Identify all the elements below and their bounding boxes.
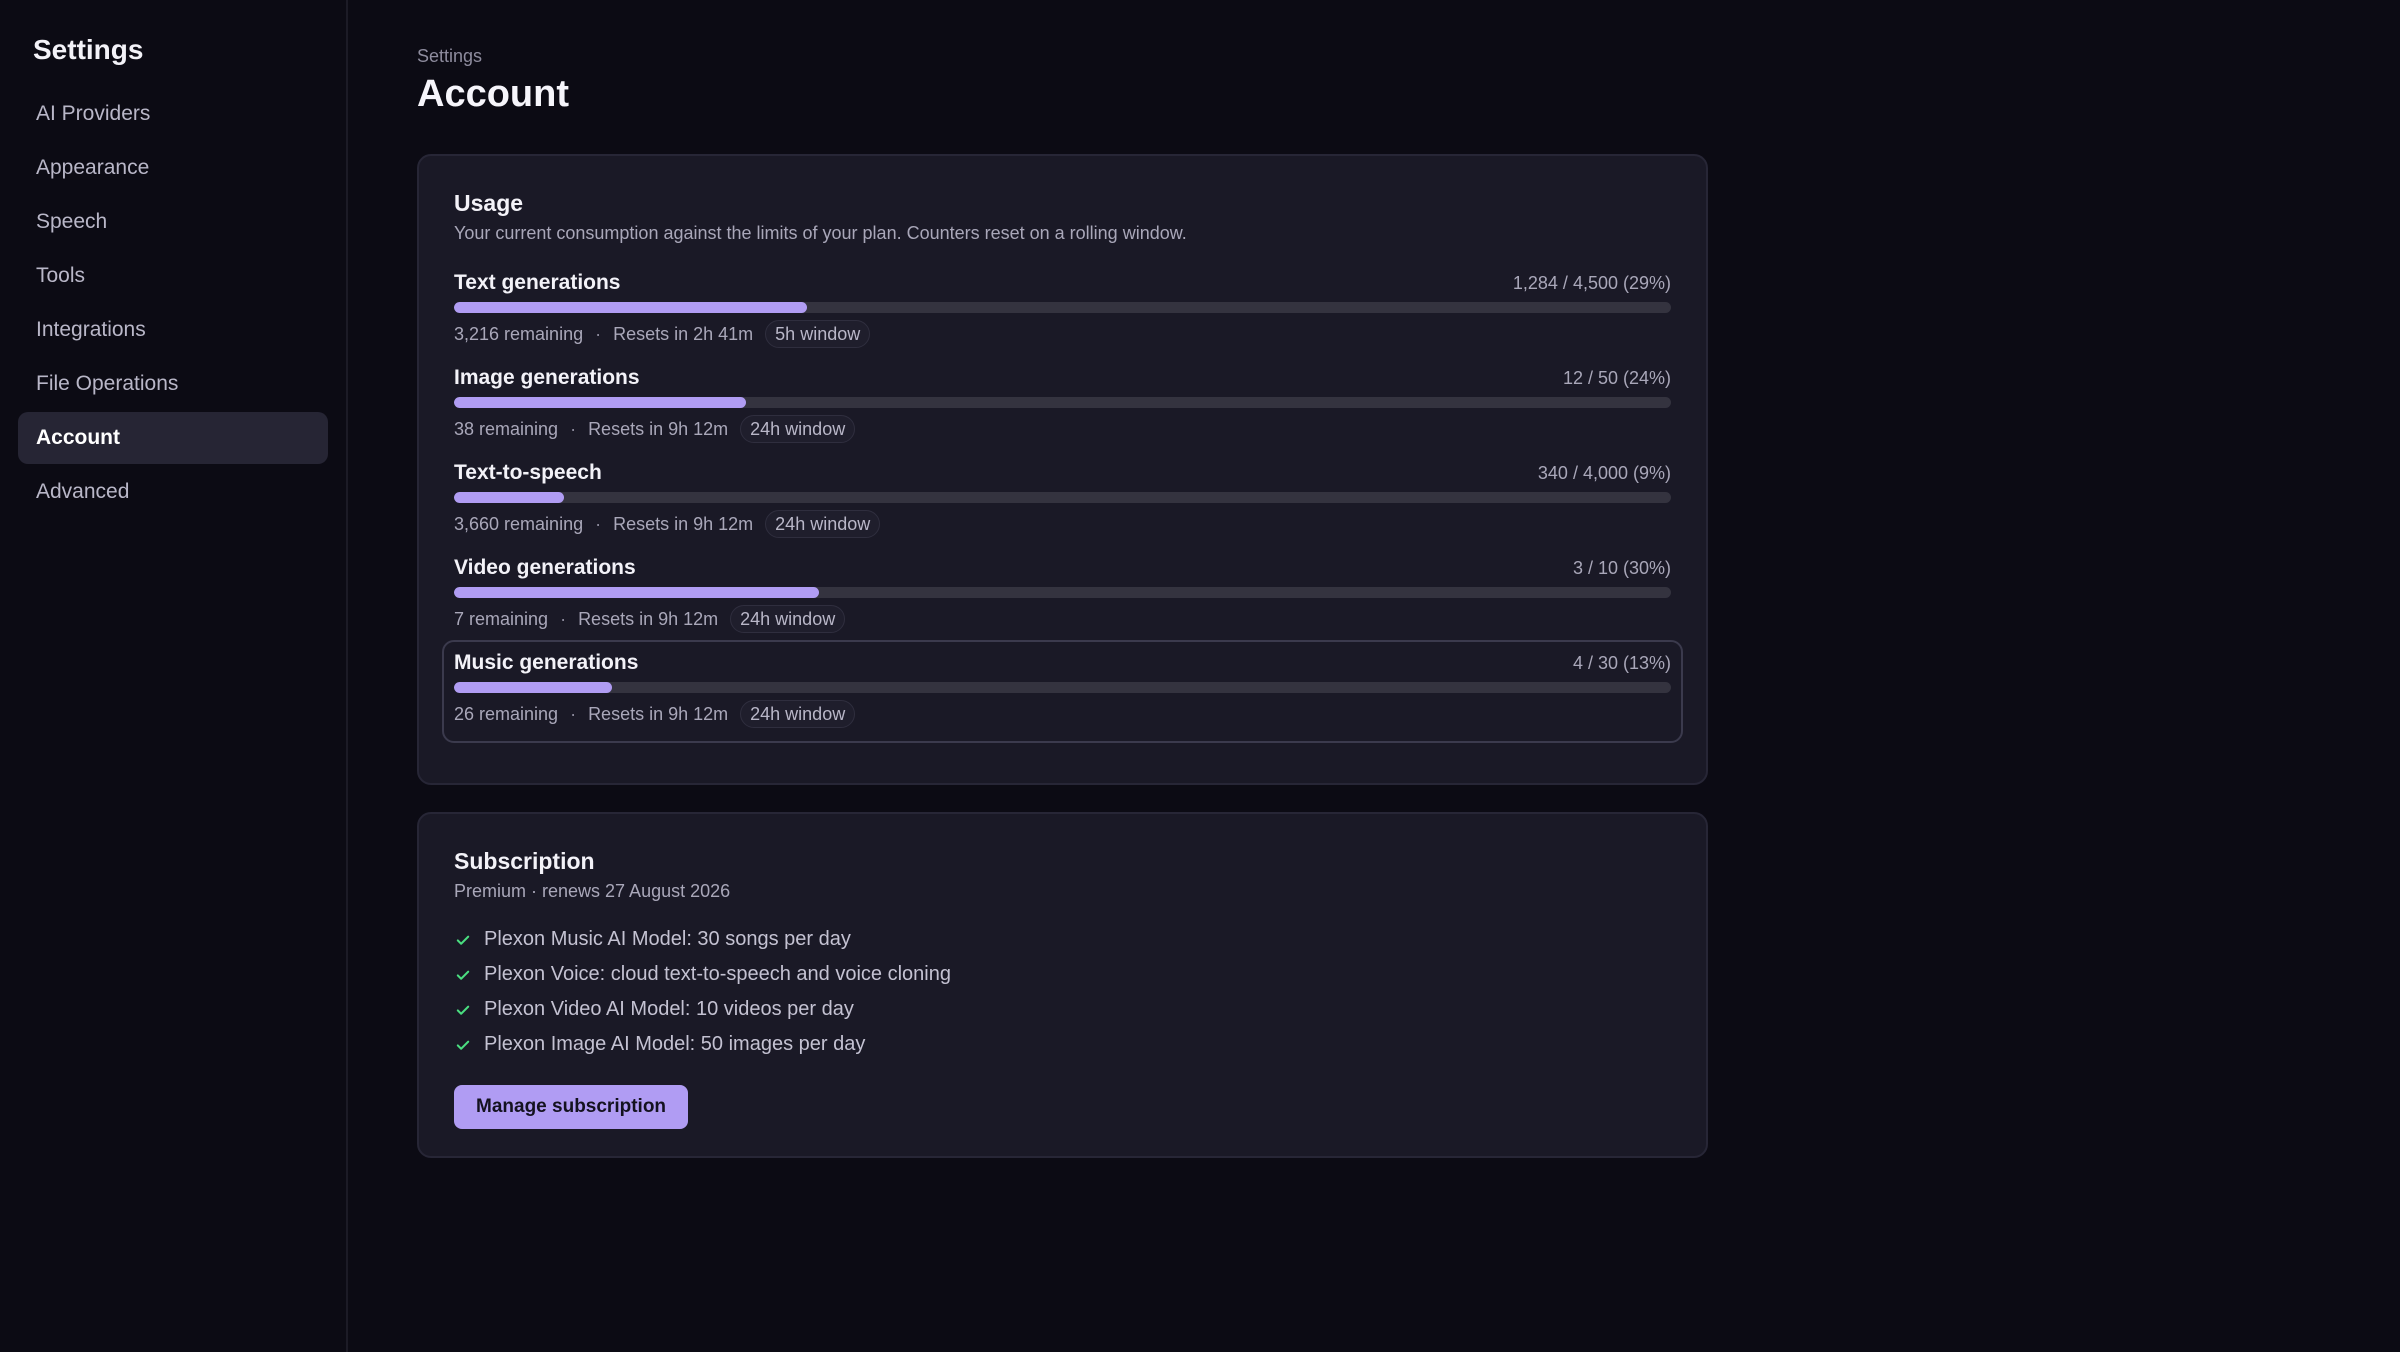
usage-item-meta: 3,660 remaining · Resets in 9h 12m 24h w… bbox=[454, 509, 1671, 539]
feature-item: Plexon Video AI Model: 10 videos per day bbox=[454, 992, 1671, 1027]
usage-resets: Resets in 9h 12m bbox=[578, 608, 719, 629]
usage-item-name: Music generations bbox=[454, 651, 639, 674]
usage-item-header: Image generations 12 / 50 (24%) bbox=[454, 365, 1671, 391]
usage-item-count: 4 / 30 (13%) bbox=[1572, 653, 1671, 673]
subscription-plan: Premium · renews 27 August 2026 bbox=[454, 881, 731, 901]
main-content: Settings Account Usage Your current cons… bbox=[348, 0, 2400, 1352]
usage-item-meta: 26 remaining · Resets in 9h 12m 24h wind… bbox=[454, 699, 1671, 729]
feature-label: Plexon Image AI Model: 50 images per day bbox=[484, 1033, 866, 1055]
usage-item-count: 12 / 50 (24%) bbox=[1562, 368, 1671, 388]
usage-remaining: 3,660 remaining bbox=[454, 513, 584, 534]
page-title: Account bbox=[417, 73, 569, 115]
sidebar-item-file-operations[interactable]: File Operations bbox=[18, 358, 328, 410]
check-icon bbox=[456, 935, 470, 945]
usage-progress-track bbox=[454, 587, 1671, 598]
sidebar: Settings AI Providers Appearance Speech … bbox=[0, 0, 348, 1352]
sidebar-title: Settings bbox=[33, 34, 144, 65]
settings-app: Settings AI Providers Appearance Speech … bbox=[0, 0, 2400, 1352]
feature-list: Plexon Music AI Model: 30 songs per day … bbox=[454, 922, 1671, 1062]
usage-window-badge: 24h window bbox=[740, 700, 856, 728]
feature-item: Plexon Music AI Model: 30 songs per day bbox=[454, 922, 1671, 957]
check-icon bbox=[456, 1005, 470, 1015]
usage-item-meta: 3,216 remaining · Resets in 2h 41m 5h wi… bbox=[454, 319, 1671, 349]
feature-label: Plexon Video AI Model: 10 videos per day bbox=[484, 998, 854, 1020]
feature-label: Plexon Music AI Model: 30 songs per day bbox=[484, 928, 851, 950]
breadcrumb[interactable]: Settings bbox=[417, 44, 2400, 68]
usage-remaining: 7 remaining bbox=[454, 608, 549, 629]
usage-progress-track bbox=[454, 397, 1671, 408]
meta-separator: · bbox=[595, 513, 602, 534]
sidebar-item-account[interactable]: Account bbox=[18, 412, 328, 464]
sidebar-nav: AI Providers Appearance Speech Tools Int… bbox=[18, 88, 328, 518]
meta-separator: · bbox=[560, 608, 567, 629]
usage-item-count: 340 / 4,000 (9%) bbox=[1537, 463, 1671, 483]
subscription-title: Subscription bbox=[454, 848, 595, 874]
usage-progress-fill bbox=[454, 397, 747, 408]
feature-label: Plexon Voice: cloud text-to-speech and v… bbox=[484, 963, 951, 985]
usage-window-badge: 24h window bbox=[730, 605, 846, 633]
sidebar-item-tools[interactable]: Tools bbox=[18, 250, 328, 302]
usage-item: Image generations 12 / 50 (24%) 38 remai… bbox=[454, 365, 1671, 460]
meta-separator: · bbox=[570, 703, 577, 724]
sidebar-item-appearance[interactable]: Appearance bbox=[18, 142, 328, 194]
usage-remaining: 38 remaining bbox=[454, 418, 559, 439]
usage-list: Text generations 1,284 / 4,500 (29%) 3,2… bbox=[442, 270, 1683, 745]
usage-item: Text generations 1,284 / 4,500 (29%) 3,2… bbox=[454, 270, 1671, 365]
usage-remaining: 26 remaining bbox=[454, 703, 559, 724]
usage-progress-fill bbox=[454, 302, 807, 313]
sidebar-item-advanced[interactable]: Advanced bbox=[18, 466, 328, 518]
usage-item-meta: 7 remaining · Resets in 9h 12m 24h windo… bbox=[454, 604, 1671, 634]
usage-item-header: Text generations 1,284 / 4,500 (29%) bbox=[454, 270, 1671, 296]
usage-progress-fill bbox=[454, 682, 613, 693]
manage-subscription-button[interactable]: Manage subscription bbox=[454, 1085, 689, 1129]
usage-progress-track bbox=[454, 302, 1671, 313]
usage-item: Music generations 4 / 30 (13%) 26 remain… bbox=[442, 640, 1683, 745]
sidebar-item-ai-providers[interactable]: AI Providers bbox=[18, 88, 328, 140]
usage-item-header: Video generations 3 / 10 (30%) bbox=[454, 555, 1671, 581]
usage-resets: Resets in 9h 12m bbox=[588, 418, 729, 439]
usage-item-name: Video generations bbox=[454, 556, 636, 579]
usage-item-name: Image generations bbox=[454, 366, 640, 389]
usage-remaining: 3,216 remaining bbox=[454, 323, 584, 344]
usage-item-header: Music generations 4 / 30 (13%) bbox=[454, 650, 1671, 676]
sidebar-item-speech[interactable]: Speech bbox=[18, 196, 328, 248]
usage-item-name: Text-to-speech bbox=[454, 461, 602, 484]
usage-progress-fill bbox=[454, 492, 564, 503]
usage-item: Video generations 3 / 10 (30%) 7 remaini… bbox=[454, 555, 1671, 650]
check-icon bbox=[456, 970, 470, 980]
usage-window-badge: 5h window bbox=[765, 320, 871, 348]
check-icon bbox=[456, 1040, 470, 1050]
usage-item: Text-to-speech 340 / 4,000 (9%) 3,660 re… bbox=[454, 460, 1671, 555]
usage-item-count: 1,284 / 4,500 (29%) bbox=[1512, 273, 1671, 293]
usage-progress-track bbox=[454, 682, 1671, 693]
usage-description: Your current consumption against the lim… bbox=[454, 223, 1187, 243]
feature-item: Plexon Image AI Model: 50 images per day bbox=[454, 1027, 1671, 1062]
subscription-card: Subscription Premium · renews 27 August … bbox=[417, 812, 1708, 1158]
meta-separator: · bbox=[595, 323, 602, 344]
usage-progress-fill bbox=[454, 587, 820, 598]
usage-resets: Resets in 9h 12m bbox=[588, 703, 729, 724]
usage-resets: Resets in 2h 41m bbox=[613, 323, 754, 344]
meta-separator: · bbox=[570, 418, 577, 439]
usage-progress-track bbox=[454, 492, 1671, 503]
usage-item-name: Text generations bbox=[454, 271, 621, 294]
usage-item-count: 3 / 10 (30%) bbox=[1572, 558, 1671, 578]
usage-title: Usage bbox=[454, 190, 524, 216]
sidebar-item-integrations[interactable]: Integrations bbox=[18, 304, 328, 356]
usage-resets: Resets in 9h 12m bbox=[613, 513, 754, 534]
usage-item-meta: 38 remaining · Resets in 9h 12m 24h wind… bbox=[454, 414, 1671, 444]
usage-window-badge: 24h window bbox=[740, 415, 856, 443]
usage-window-badge: 24h window bbox=[765, 510, 881, 538]
feature-item: Plexon Voice: cloud text-to-speech and v… bbox=[454, 957, 1671, 992]
usage-card: Usage Your current consumption against t… bbox=[417, 154, 1708, 785]
usage-item-header: Text-to-speech 340 / 4,000 (9%) bbox=[454, 460, 1671, 486]
